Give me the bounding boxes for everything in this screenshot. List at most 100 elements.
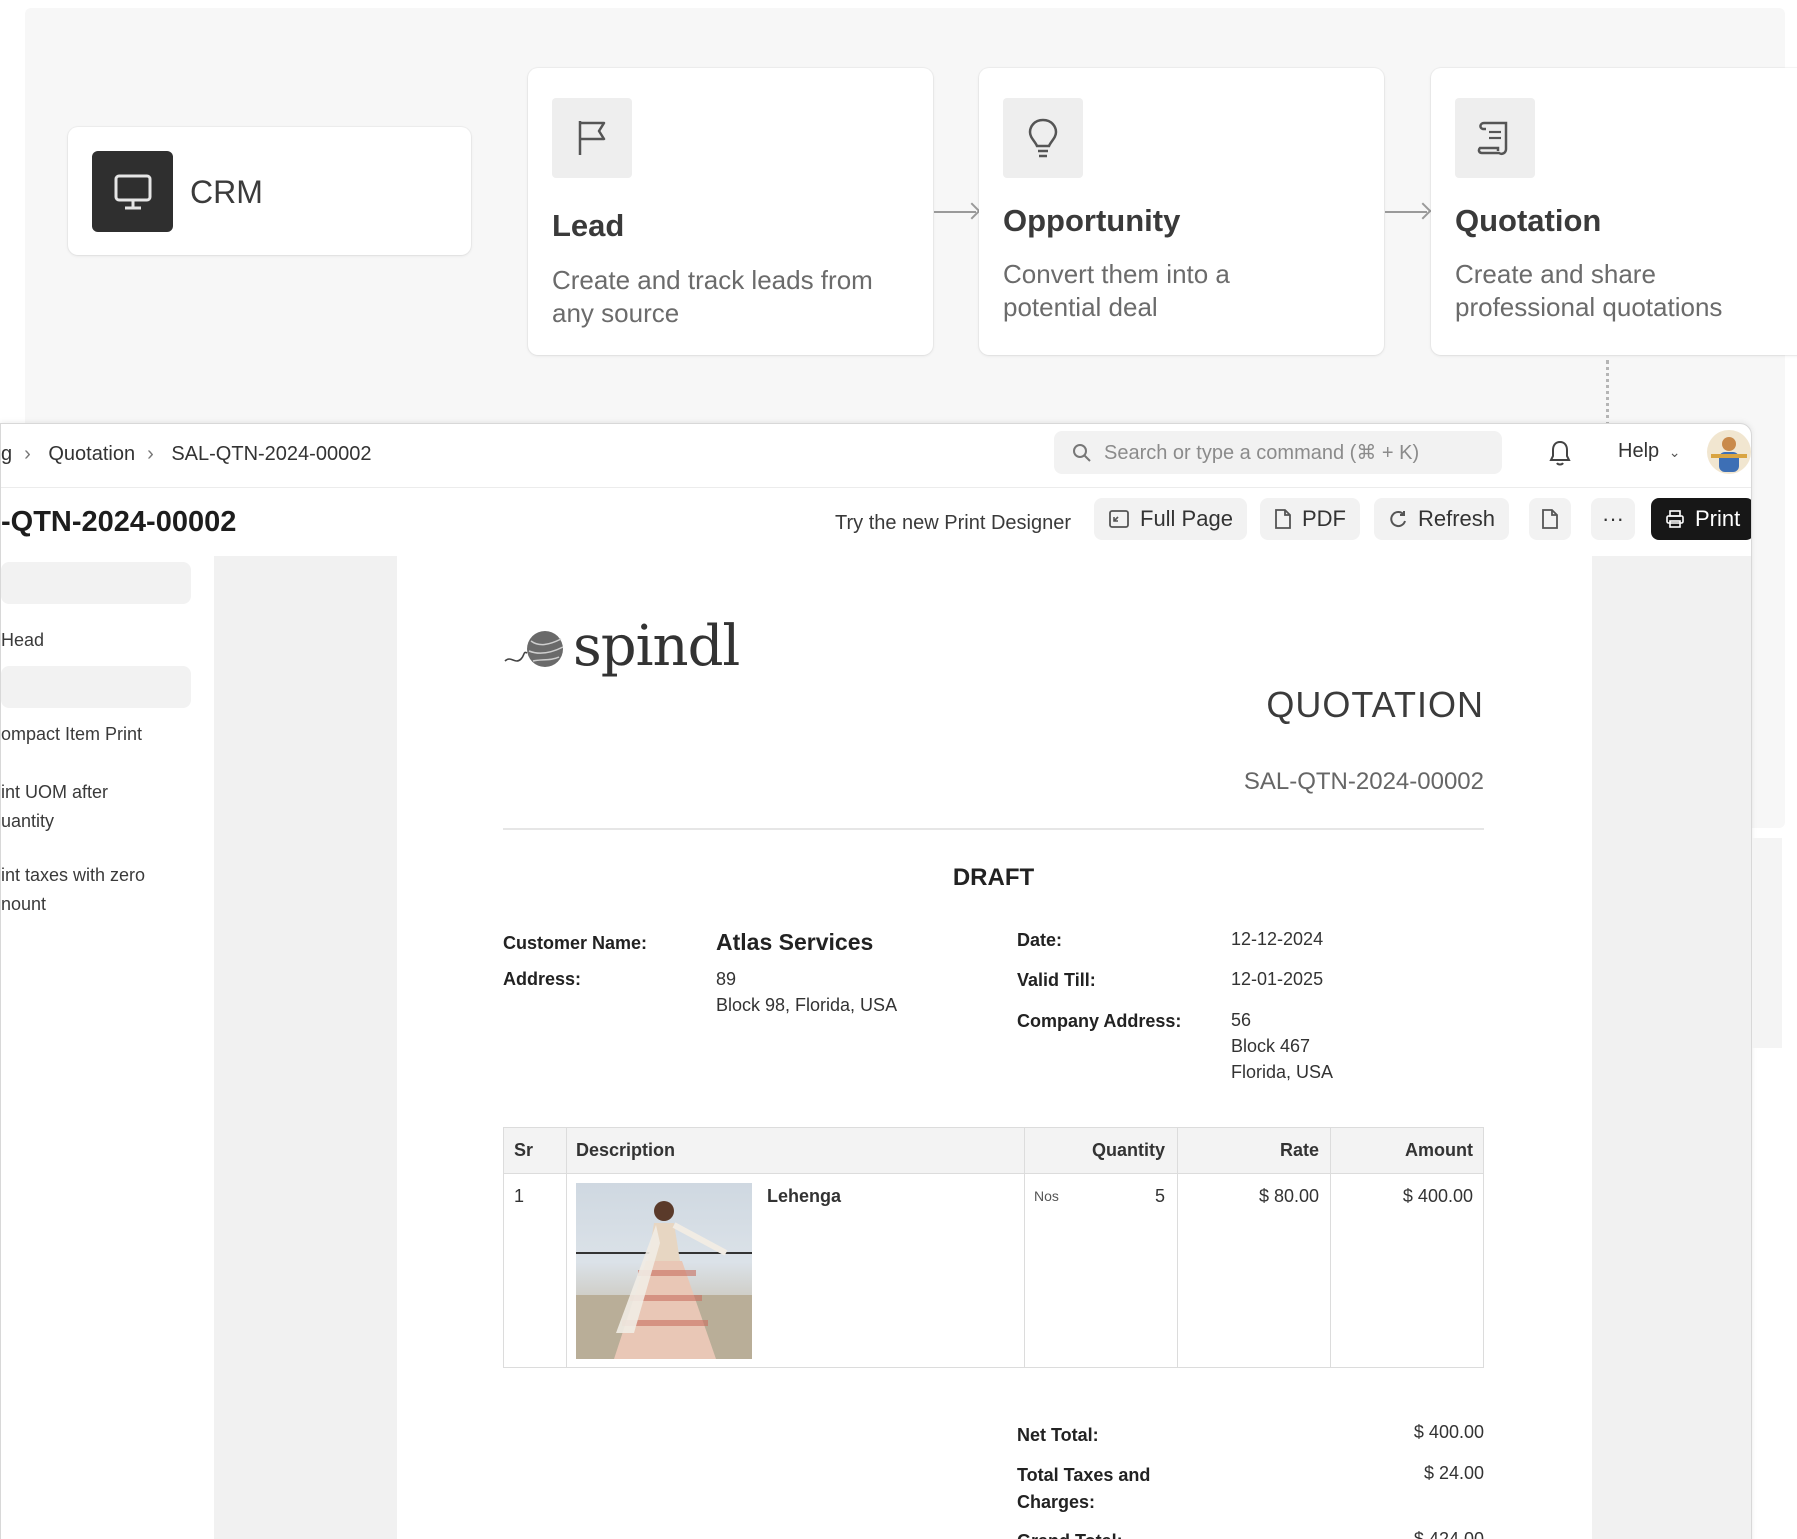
- valid-till-label: Valid Till:: [1017, 970, 1096, 990]
- cell-quantity: 5: [1154, 1186, 1165, 1206]
- help-label: Help: [1618, 440, 1660, 462]
- bell-icon[interactable]: [1548, 439, 1572, 472]
- expand-icon: [1109, 510, 1129, 528]
- step-description: Create and share professional quotations: [1455, 259, 1723, 322]
- company-address-line-3: Florida, USA: [1231, 1062, 1334, 1082]
- step-card-opportunity: Opportunity Convert them into a potentia…: [979, 68, 1384, 355]
- date-value: 12-12-2024: [1231, 929, 1324, 949]
- step-card-quotation: Quotation Create and share professional …: [1431, 68, 1797, 355]
- background-panel: [1752, 838, 1782, 1048]
- step-description: Convert them into a potential deal: [1003, 259, 1230, 322]
- refresh-label: Refresh: [1418, 506, 1496, 531]
- chevron-right-icon: ›: [147, 443, 154, 465]
- search-icon: [1073, 443, 1091, 462]
- letter-head-label: Head: [1, 630, 45, 650]
- print-zero-taxes-option[interactable]: int taxes with zero nount: [1, 861, 145, 919]
- column-header-quantity: Quantity: [1091, 1140, 1165, 1160]
- step-title: Lead: [552, 208, 625, 243]
- column-header-description: Description: [576, 1140, 676, 1160]
- printer-icon: [1666, 510, 1684, 528]
- address-label: Address:: [503, 969, 582, 989]
- grand-total-value: $ 424.00: [1413, 1529, 1484, 1539]
- column-divider: [1330, 1128, 1331, 1367]
- divider: [503, 828, 1484, 830]
- pdf-button[interactable]: PDF: [1260, 498, 1360, 540]
- arrow-right-icon: [934, 211, 976, 213]
- step-title: Opportunity: [1003, 203, 1181, 238]
- file-icon: [1275, 509, 1291, 529]
- column-divider: [1024, 1128, 1025, 1367]
- crm-label: CRM: [190, 174, 263, 210]
- crm-card: CRM: [68, 127, 471, 255]
- breadcrumb-item[interactable]: g: [1, 443, 12, 465]
- document-number: SAL-QTN-2024-00002: [1243, 768, 1484, 795]
- flag-icon: [552, 98, 632, 178]
- print-uom-option[interactable]: int UOM after uantity: [1, 778, 108, 836]
- grand-total-label: Grand Total:: [1017, 1528, 1123, 1539]
- app-window: g › Quotation › SAL-QTN-2024-00002 Search …: [0, 423, 1752, 1539]
- letter-head-select[interactable]: [1, 666, 191, 708]
- print-label: Print: [1695, 506, 1741, 531]
- column-header-sr: Sr: [514, 1140, 534, 1160]
- cell-sr: 1: [514, 1186, 525, 1206]
- items-table: Sr Description Quantity Rate Amount 1 Le…: [503, 1127, 1484, 1368]
- chevron-right-icon: ›: [24, 443, 31, 465]
- status-badge: DRAFT: [952, 864, 1035, 891]
- help-dropdown[interactable]: Help ⌄: [1618, 440, 1680, 463]
- avatar[interactable]: [1707, 430, 1751, 474]
- search-placeholder: Search or type a command (⌘ + K): [1104, 442, 1420, 464]
- search-input[interactable]: Search or type a command (⌘ + K): [1054, 431, 1502, 474]
- column-header-amount: Amount: [1405, 1140, 1473, 1160]
- taxes-value: $ 24.00: [1423, 1463, 1484, 1483]
- date-label: Date:: [1017, 930, 1063, 950]
- step-title: Quotation: [1455, 203, 1602, 238]
- print-format-select[interactable]: [1, 562, 191, 604]
- print-button[interactable]: Print: [1651, 498, 1751, 540]
- print-settings-sidebar: Head ompact Item Print int UOM after uan…: [1, 556, 214, 1539]
- file-icon: [1542, 509, 1558, 529]
- document-button[interactable]: [1529, 498, 1571, 540]
- ellipsis-icon: ···: [1602, 506, 1624, 531]
- column-divider: [566, 1128, 567, 1367]
- breadcrumb-item[interactable]: SAL-QTN-2024-00002: [171, 443, 371, 465]
- cell-amount: $ 400.00: [1402, 1186, 1473, 1206]
- full-page-button[interactable]: Full Page: [1094, 498, 1247, 540]
- full-page-label: Full Page: [1140, 506, 1233, 531]
- document-title: QUOTATION: [1266, 684, 1484, 725]
- print-preview-page: spindl QUOTATION SAL-QTN-2024-00002 DRAF…: [397, 556, 1592, 1539]
- taxes-label: Total Taxes and Charges:: [1017, 1465, 1151, 1512]
- net-total-label: Net Total:: [1017, 1425, 1099, 1445]
- customer-name-value: Atlas Services: [716, 929, 874, 955]
- column-divider: [1177, 1128, 1178, 1367]
- print-designer-link[interactable]: Try the new Print Designer: [835, 512, 1071, 535]
- refresh-icon: [1390, 511, 1406, 528]
- chevron-down-icon: ⌄: [1668, 444, 1681, 460]
- item-image: [576, 1183, 752, 1359]
- column-header-rate: Rate: [1279, 1140, 1319, 1160]
- page-title: -QTN-2024-00002: [1, 506, 237, 538]
- breadcrumb: g › Quotation › SAL-QTN-2024-00002: [1, 443, 383, 466]
- compact-item-print-option[interactable]: ompact Item Print: [1, 720, 142, 749]
- address-line-2: Block 98, Florida, USA: [716, 995, 898, 1015]
- step-card-lead: Lead Create and track leads from any sou…: [528, 68, 933, 355]
- customer-name-label: Customer Name:: [503, 933, 648, 953]
- step-description: Create and track leads from any source: [552, 265, 873, 328]
- cell-uom: Nos: [1034, 1188, 1059, 1204]
- connector-line: [1606, 360, 1609, 426]
- cell-rate: $ 80.00: [1258, 1186, 1319, 1206]
- yarn-ball-icon: [504, 630, 564, 667]
- refresh-button[interactable]: Refresh: [1374, 498, 1510, 540]
- logo-text: spindl: [573, 614, 740, 679]
- lightbulb-icon: [1003, 98, 1083, 178]
- breadcrumb-item[interactable]: Quotation: [48, 443, 135, 465]
- address-line-1: 89: [716, 969, 737, 989]
- cell-description: Lehenga: [767, 1186, 842, 1206]
- arrow-right-icon: [1385, 211, 1427, 213]
- more-options-button[interactable]: ···: [1591, 498, 1635, 540]
- page-header: -QTN-2024-00002 Try the new Print Design…: [1, 488, 1751, 556]
- scroll-icon: [1455, 98, 1535, 178]
- company-address-label: Company Address:: [1017, 1011, 1182, 1031]
- net-total-value: $ 400.00: [1413, 1422, 1484, 1442]
- company-logo: spindl: [503, 614, 740, 679]
- monitor-icon: [92, 151, 173, 232]
